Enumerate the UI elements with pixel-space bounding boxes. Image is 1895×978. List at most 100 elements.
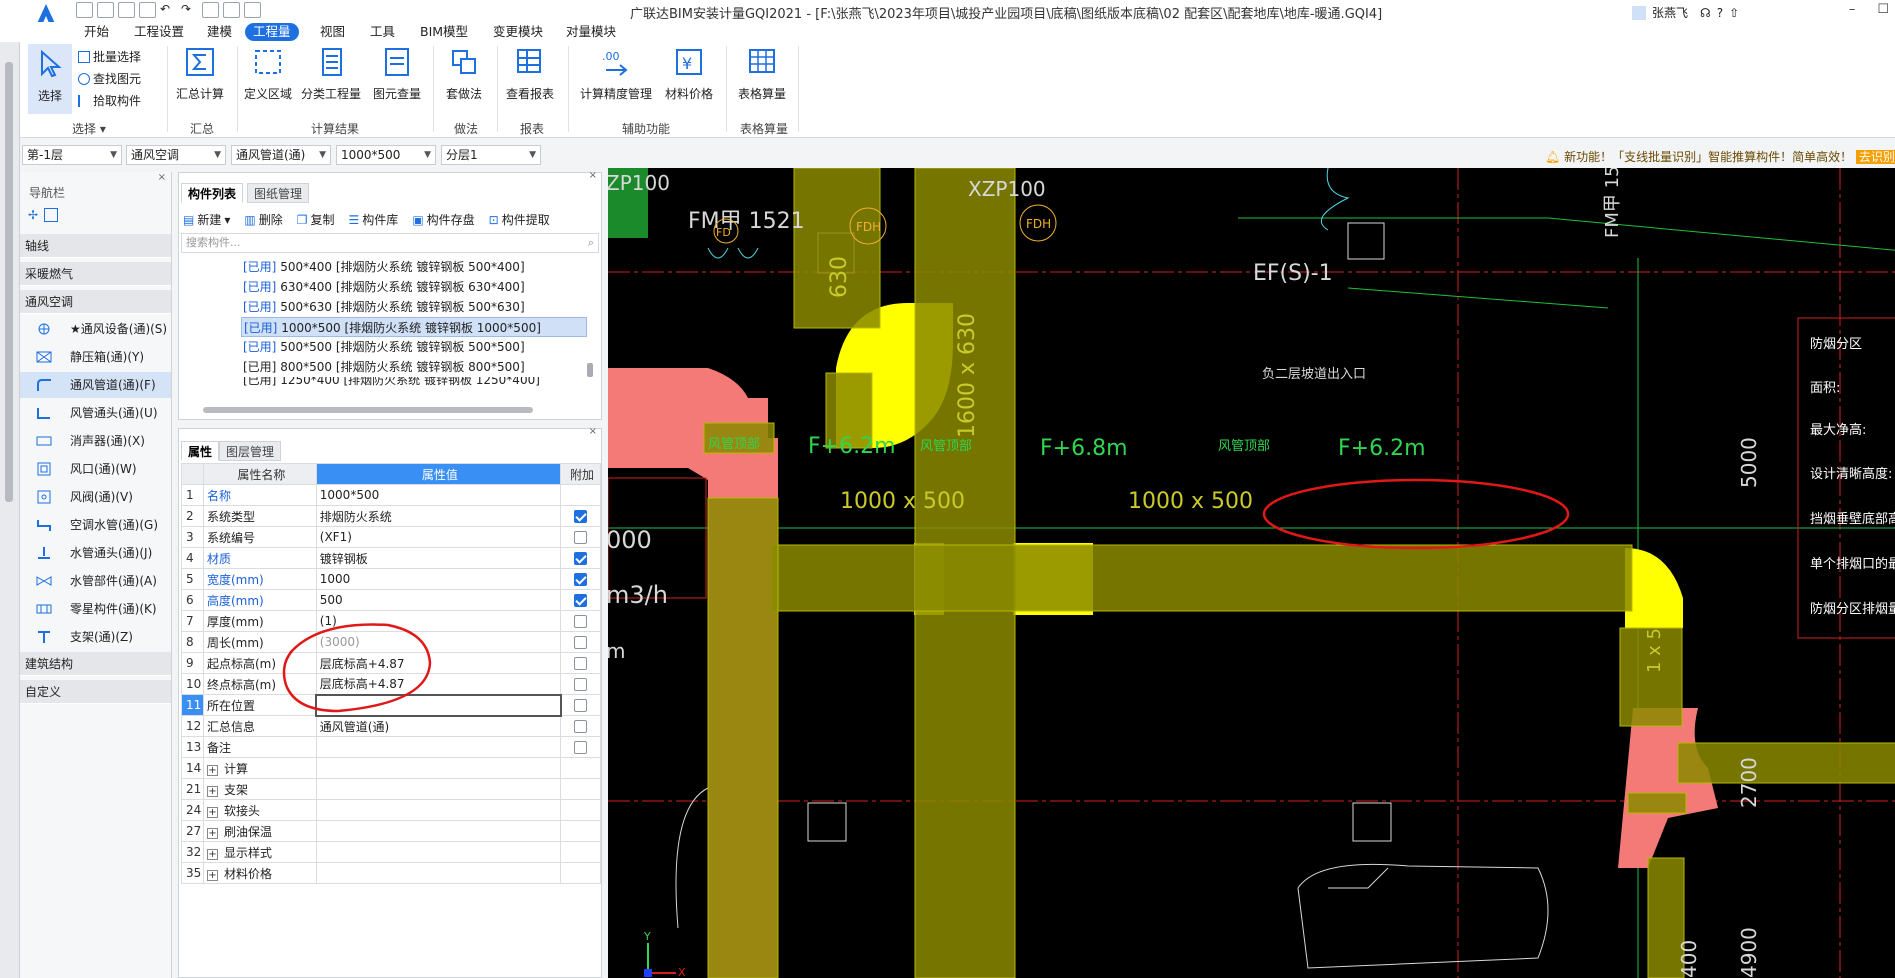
table-row[interactable]: 6 高度(mm) 500 xyxy=(181,589,601,611)
close-icon[interactable]: × xyxy=(158,172,166,183)
nav-item-ventilation-duct[interactable]: 通风管道(通)(F) xyxy=(20,372,171,398)
edit-tool-icon[interactable] xyxy=(44,208,59,222)
nav-item-plenum-box[interactable]: 静压箱(通)(Y) xyxy=(20,344,171,370)
property-value[interactable]: (XF1) xyxy=(315,526,562,548)
nav-category-custom[interactable]: 自定义 xyxy=(20,680,171,704)
table-calc-button[interactable]: 表格算量 xyxy=(734,46,790,102)
tab-change-module[interactable]: 变更模块 xyxy=(485,23,551,41)
help-icon[interactable]: ? xyxy=(1717,6,1723,20)
cad-drawing[interactable]: FM甲 1521 ZP100 XZP100 EF(S)-1 负二层坡道出入口 0… xyxy=(608,168,1895,978)
property-name[interactable]: + 显示样式 xyxy=(202,841,317,863)
material-price-button[interactable]: ¥ 材料价格 xyxy=(662,46,716,102)
table-row[interactable]: 24 + 软接头 xyxy=(181,799,601,821)
nav-item-silencer[interactable]: 消声器(通)(X) xyxy=(20,428,171,454)
tab-project-settings[interactable]: 工程设置 xyxy=(126,23,192,41)
copy-component-button[interactable]: ❐ 复制 xyxy=(297,211,335,228)
open-folder-icon[interactable] xyxy=(118,2,135,18)
table-row[interactable]: 27 + 刷油保温 xyxy=(181,820,601,842)
headset-icon[interactable]: ☊ xyxy=(1700,6,1711,20)
tab-reconcile-module[interactable]: 对量模块 xyxy=(558,23,624,41)
tab-component-list[interactable]: 构件列表 xyxy=(181,183,244,203)
nav-item-air-outlet[interactable]: 风口(通)(W) xyxy=(20,456,171,482)
property-value[interactable]: 1000*500 xyxy=(315,484,562,506)
property-name[interactable]: + 计算 xyxy=(202,757,317,779)
floor-select[interactable]: 第-1层 ▼ xyxy=(22,145,122,165)
select-button[interactable]: 选择 xyxy=(28,44,72,114)
tab-properties[interactable]: 属性 xyxy=(181,441,220,461)
expand-icon[interactable]: + xyxy=(206,869,218,881)
pin-icon[interactable]: ⇧ xyxy=(1729,6,1739,20)
close-icon[interactable]: × xyxy=(589,170,597,181)
minimize-icon[interactable]: – xyxy=(1849,2,1856,17)
tab-quantities[interactable]: 工程量 xyxy=(245,23,299,41)
save-component-button[interactable]: ▣ 构件存盘 xyxy=(412,211,474,228)
pick-component-button[interactable]: 拾取构件 xyxy=(78,92,141,109)
notice-action-button[interactable]: 去识别体验 xyxy=(1855,150,1895,164)
extra-checkbox[interactable] xyxy=(574,657,588,670)
component-list-hscrollbar[interactable] xyxy=(185,407,585,413)
find-element-button[interactable]: 查找图元 xyxy=(78,70,141,87)
extra-checkbox[interactable] xyxy=(574,615,588,628)
table-row[interactable]: 3 系统编号 (XF1) xyxy=(181,526,601,548)
property-value[interactable] xyxy=(315,862,562,884)
summary-calc-button[interactable]: 汇总计算 xyxy=(172,46,228,102)
table-row[interactable]: 5 宽度(mm) 1000 xyxy=(181,568,601,590)
property-name[interactable]: + 刷油保温 xyxy=(202,820,317,842)
nav-item-support[interactable]: 支架(通)(Z) xyxy=(20,624,171,650)
tab-tools[interactable]: 工具 xyxy=(362,23,403,41)
table-row[interactable]: 21 + 支架 xyxy=(181,778,601,800)
maximize-icon[interactable]: ☐ xyxy=(1877,2,1889,17)
table-row[interactable]: 32 + 显示样式 xyxy=(181,841,601,863)
component-library-button[interactable]: ☰ 构件库 xyxy=(349,211,399,228)
extra-checkbox[interactable] xyxy=(574,720,588,733)
size-select[interactable]: 1000*500 ▼ xyxy=(336,145,436,165)
system-select[interactable]: 通风空调 ▼ xyxy=(126,145,226,165)
tab-drawing-management[interactable]: 图纸管理 xyxy=(247,183,310,203)
property-value[interactable]: 500 xyxy=(315,589,562,611)
extra-checkbox[interactable] xyxy=(574,552,588,565)
expand-icon[interactable]: + xyxy=(206,764,218,776)
delete-component-button[interactable]: ▥ 删除 xyxy=(244,211,282,228)
user-area[interactable]: 张燕飞 ☊ ? ⇧ xyxy=(1632,4,1739,21)
nav-category-heating-gas[interactable]: 采暖燃气 xyxy=(20,262,171,286)
list-item[interactable]: [已用] 500*500 [排烟防火系统 镀锌钢板 500*500] xyxy=(241,337,587,357)
list-item[interactable]: [已用] 1250*400 [排烟防火系统 镀锌钢板 1250*400] xyxy=(241,377,587,387)
element-qty-button[interactable]: 图元查量 xyxy=(370,46,424,102)
extra-checkbox[interactable] xyxy=(574,678,588,691)
property-name[interactable]: + 软接头 xyxy=(202,799,317,821)
property-value[interactable]: 1000 xyxy=(315,568,562,590)
property-value[interactable] xyxy=(315,757,562,779)
new-file-icon[interactable] xyxy=(76,2,93,18)
apply-method-button[interactable]: 套做法 xyxy=(440,46,488,102)
extra-checkbox[interactable] xyxy=(574,573,588,586)
expand-icon[interactable]: + xyxy=(206,806,218,818)
tab-view[interactable]: 视图 xyxy=(312,23,353,41)
tab-start[interactable]: 开始 xyxy=(76,23,117,41)
batch-select-button[interactable]: 批量选择 xyxy=(78,48,141,65)
property-value[interactable]: 通风管道(通) xyxy=(315,715,562,737)
expand-icon[interactable]: + xyxy=(206,848,218,860)
list-item[interactable]: [已用] 630*400 [排烟防火系统 镀锌钢板 630*400] xyxy=(241,277,587,297)
extra-checkbox[interactable] xyxy=(574,594,588,607)
tab-layer-management[interactable]: 图层管理 xyxy=(219,441,282,461)
component-search-input[interactable]: 搜索构件... ⌕ xyxy=(181,233,599,253)
group-select-label[interactable]: 选择 ▾ xyxy=(72,120,106,137)
property-value[interactable] xyxy=(315,736,562,758)
property-name[interactable]: + 材料价格 xyxy=(202,862,317,884)
table-row[interactable]: 13 备注 xyxy=(181,736,601,758)
property-value[interactable] xyxy=(315,841,562,863)
extra-checkbox[interactable] xyxy=(574,510,588,523)
nav-item-misc-component[interactable]: 零星构件(通)(K) xyxy=(20,596,171,622)
redo-icon[interactable]: ↷ xyxy=(181,2,198,18)
nav-category-axis[interactable]: 轴线 xyxy=(20,234,171,258)
table-row[interactable]: 14 + 计算 xyxy=(181,757,601,779)
table-row[interactable]: 2 系统类型 排烟防火系统 xyxy=(181,505,601,527)
nav-item-ventilation-equipment[interactable]: ★通风设备(通)(S) xyxy=(20,316,171,342)
component-type-select[interactable]: 通风管道(通) ▼ xyxy=(231,145,331,165)
undo-icon[interactable]: ↶ xyxy=(160,2,177,18)
close-icon[interactable]: × xyxy=(589,426,597,437)
grid-icon[interactable] xyxy=(202,2,219,18)
nav-item-pipe-component[interactable]: 水管部件(通)(A) xyxy=(20,568,171,594)
cad-canvas[interactable]: FM甲 1521 ZP100 XZP100 EF(S)-1 负二层坡道出入口 0… xyxy=(608,168,1895,978)
property-value[interactable] xyxy=(315,799,562,821)
